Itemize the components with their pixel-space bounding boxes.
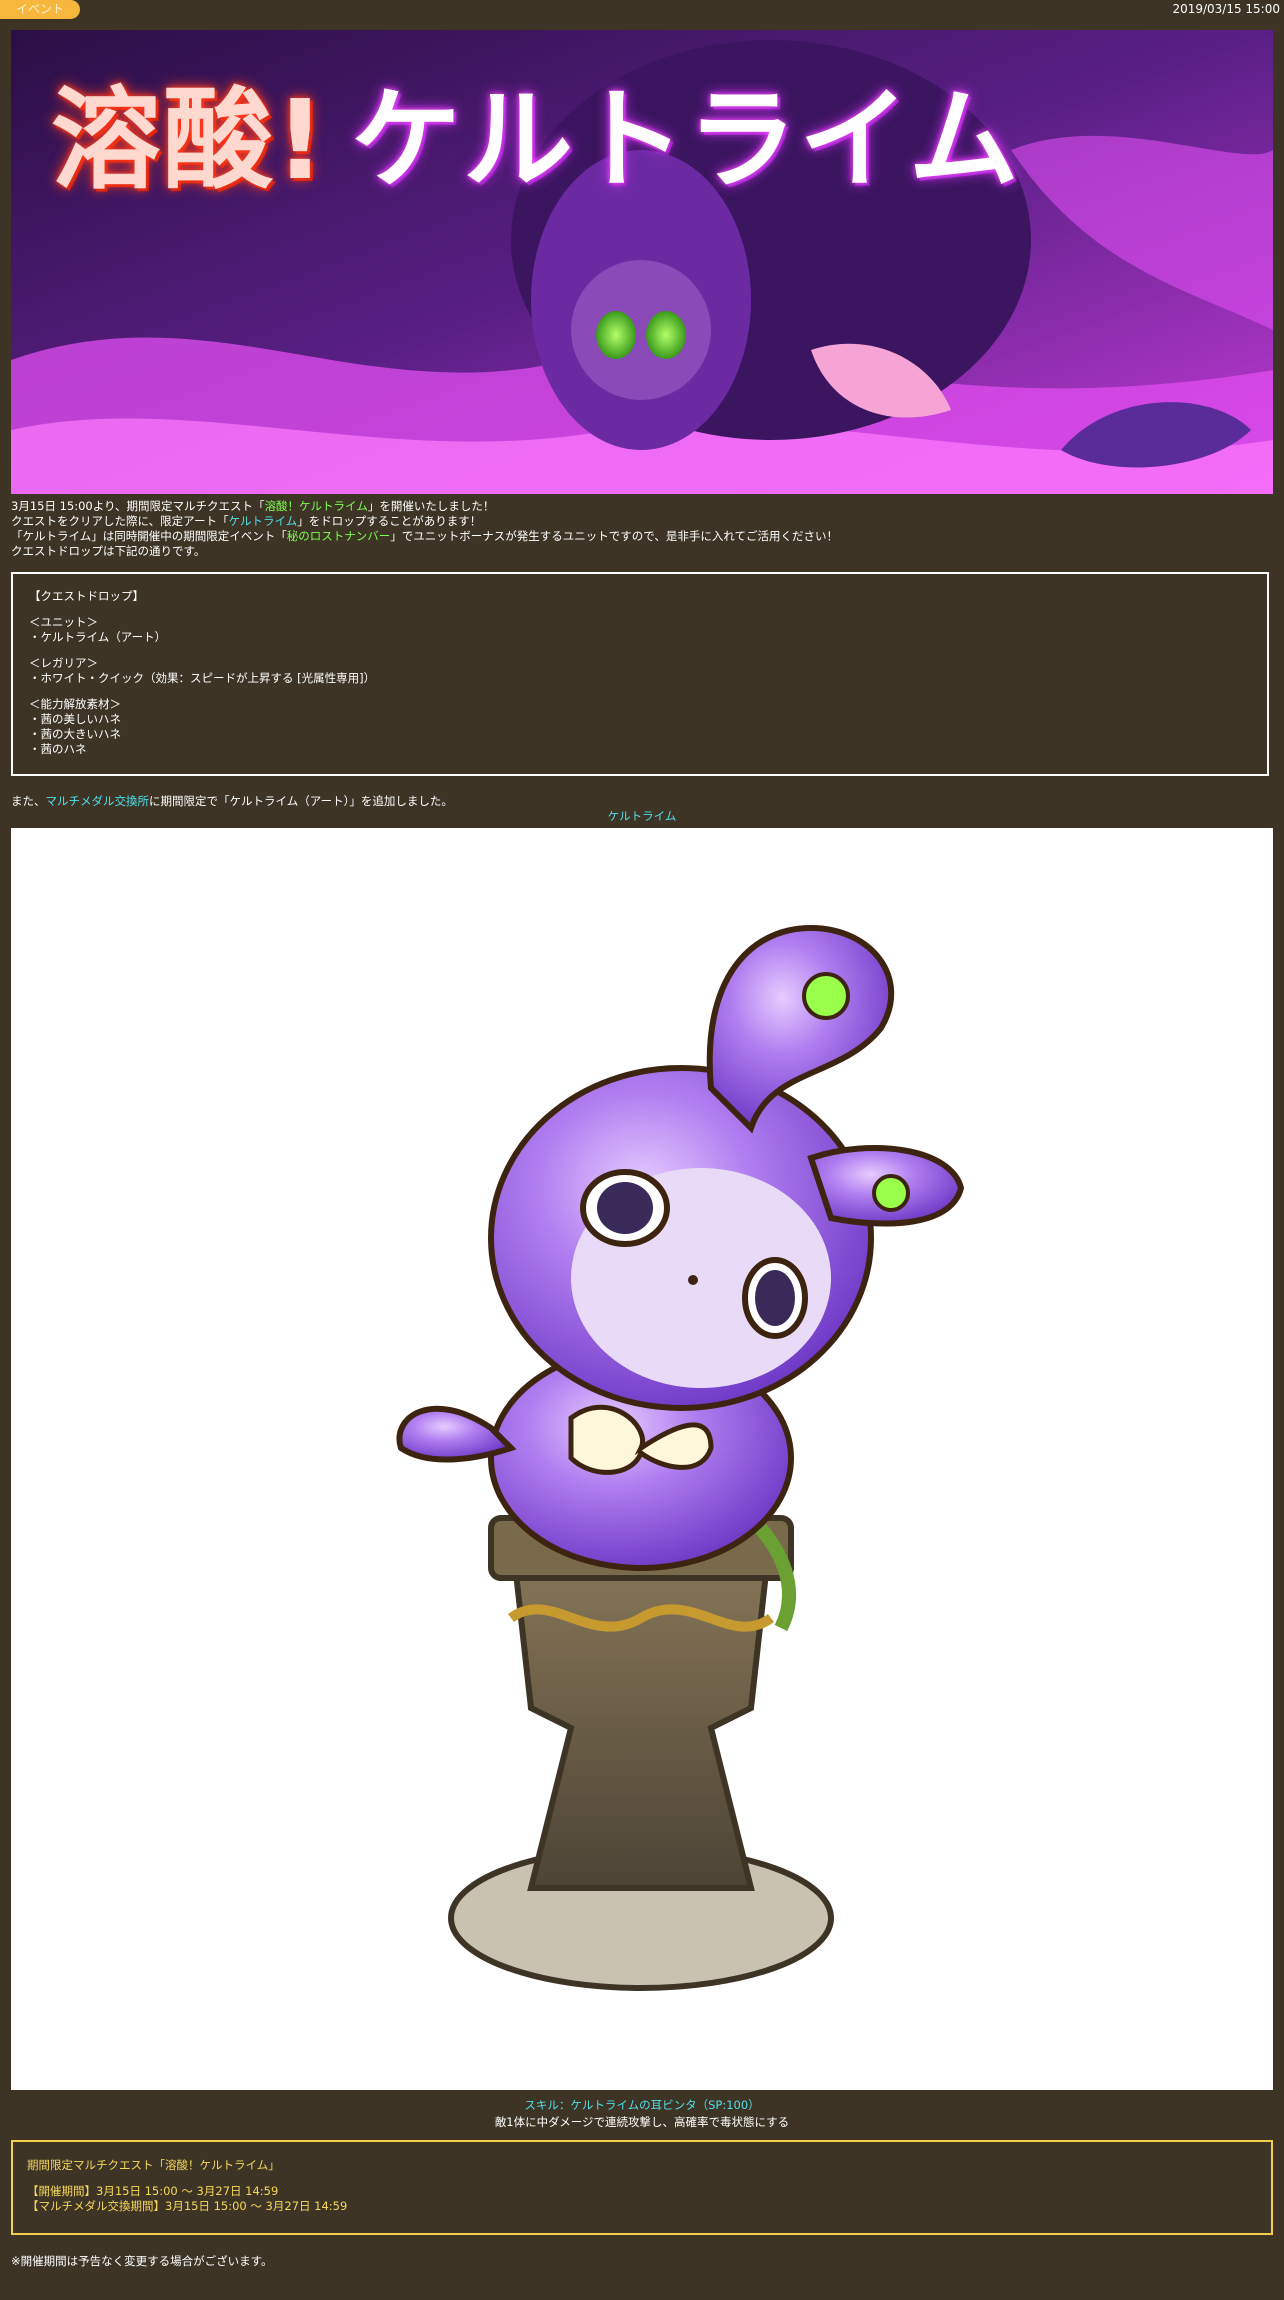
quest-link[interactable]: 溶酸！ケルトライム (265, 499, 368, 513)
unit-item: ・ケルトライム（アート） (29, 630, 167, 644)
banner-title-prefix: 溶酸! (51, 76, 328, 204)
period-title: 期間限定マルチクエスト「溶酸！ケルトライム」 (27, 2158, 280, 2172)
disclaimer-note: ※開催期間は予告なく変更する場合がございます。 (11, 2254, 273, 2268)
skill-name: スキル：ケルトライムの耳ビンタ（SP:100） (524, 2098, 760, 2112)
exchange-text: また、マルチメダル交換所に期間限定で「ケルトライム（アート）」を追加しました。 (11, 794, 453, 808)
material-label: ＜能力解放素材＞ (29, 697, 121, 711)
intro-line-2: クエストをクリアした際に、限定アート「ケルトライム」をドロップすることがあります… (11, 514, 482, 528)
regalia-item: ・ホワイト・クイック（効果：スピードが上昇する [光属性専用]） (29, 671, 376, 685)
post-date: 2019/03/15 15:00 (1172, 2, 1280, 16)
intro-line-1: 3月15日 15:00より、期間限定マルチクエスト「溶酸！ケルトライム」を開催い… (11, 499, 495, 513)
intro-line-3: 「ケルトライム」は同時開催中の期間限定イベント「秘のロストナンバー」でユニットボ… (11, 529, 838, 543)
unit-label: ＜ユニット＞ (29, 615, 98, 629)
event-period: 【開催期間】3月15日 15:00 ～ 3月27日 14:59 (27, 2184, 279, 2198)
drops-heading: 【クエストドロップ】 (29, 589, 144, 603)
slime-character-illustration (396, 924, 965, 1991)
category-tag[interactable]: イベント (0, 0, 80, 19)
intro-text: 3月15日 15:00より、期間限定マルチクエスト「溶酸！ケルトライム」を開催い… (11, 499, 838, 559)
material-item: ・茜の美しいハネ (29, 712, 121, 726)
art-link[interactable]: ケルトライム (228, 514, 297, 528)
event-period-box: 期間限定マルチクエスト「溶酸！ケルトライム」 【開催期間】3月15日 15:00… (11, 2140, 1273, 2235)
medal-exchange-link[interactable]: マルチメダル交換所 (46, 794, 150, 808)
top-bar: イベント 2019/03/15 15:00 (0, 0, 1284, 20)
regalia-label: ＜レガリア＞ (29, 656, 98, 670)
skill-description: 敵1体に中ダメージで連続攻撃し、高確率で毒状態にする (494, 2115, 790, 2129)
intro-line-4: クエストドロップは下記の通りです。 (11, 544, 206, 558)
quest-drops-box: 【クエストドロップ】 ＜ユニット＞ ・ケルトライム（アート） ＜レガリア＞ ・ホ… (11, 572, 1269, 776)
material-item: ・茜の大きいハネ (29, 727, 121, 741)
skill-info: スキル：ケルトライムの耳ビンタ（SP:100） 敵1体に中ダメージで連続攻撃し、… (0, 2097, 1284, 2131)
material-item: ・茜のハネ (29, 742, 87, 756)
exchange-period: 【マルチメダル交換期間】3月15日 15:00 ～ 3月27日 14:59 (27, 2199, 348, 2213)
banner-title-main: ケルトライム (351, 76, 1021, 204)
event-banner: 溶酸! ケルトライム (11, 30, 1273, 494)
art-caption: ケルトライム (607, 809, 677, 823)
event-link[interactable]: 秘のロストナンバー (287, 529, 391, 543)
unit-art-image (11, 828, 1273, 2090)
